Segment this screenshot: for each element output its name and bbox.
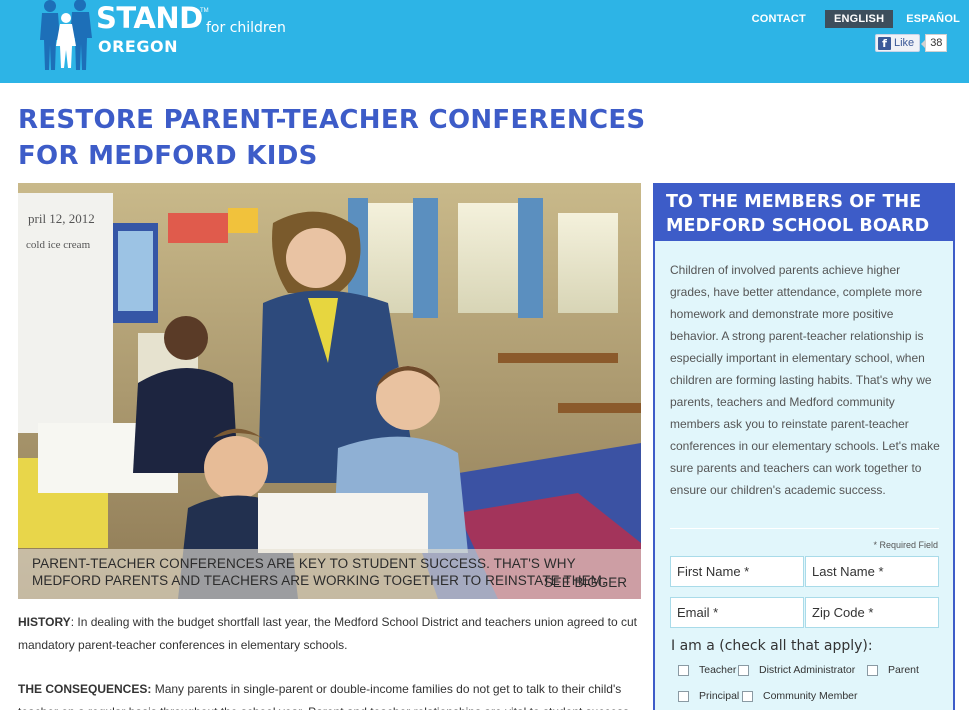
logo-state: OREGON (98, 37, 178, 56)
petition-letter: Children of involved parents achieve hig… (670, 263, 940, 497)
teacher-checkbox-box[interactable] (678, 664, 689, 676)
page-title-line-2: FOR MEDFORD KIDS (18, 141, 318, 171)
principal-checkbox[interactable]: Principal (678, 690, 739, 702)
photo-caption-text: PARENT-TEACHER CONFERENCES ARE KEY TO ST… (32, 556, 606, 588)
principal-checkbox-label: Principal (699, 690, 740, 702)
svg-text:pril 12, 2012: pril 12, 2012 (28, 211, 95, 226)
panel-divider (670, 528, 939, 529)
first-name-field[interactable]: First Name * (670, 556, 804, 587)
district-administrator-checkbox[interactable]: District Administrator (738, 664, 855, 676)
facebook-like-widget: f Like 38 (875, 34, 948, 52)
contact-link[interactable]: CONTACT (743, 10, 815, 28)
site-header: STAND TM for children OREGON CONTACT ENG… (0, 0, 969, 83)
history-text: : In dealing with the budget shortfall l… (18, 615, 638, 652)
history-label: HISTORY (18, 615, 71, 629)
teacher-checkbox[interactable]: Teacher (678, 664, 736, 676)
parent-checkbox[interactable]: Parent (867, 664, 919, 676)
facebook-like-button[interactable]: f Like (875, 34, 921, 52)
petition-heading-line-1: TO THE MEMBERS OF THE (666, 192, 922, 212)
consequences-paragraph: THE CONSEQUENCES: Many parents in single… (18, 678, 642, 710)
community-member-checkbox[interactable]: Community Member (742, 690, 858, 702)
logo-stand-text: STAND (96, 1, 203, 35)
consequences-label: THE CONSEQUENCES: (18, 682, 152, 696)
logo-tagline: for children (206, 20, 286, 36)
parent-checkbox-label: Parent (888, 664, 919, 676)
svg-text:cold ice cream: cold ice cream (26, 239, 91, 251)
page-title: RESTORE PARENT-TEACHER CONFERENCES FOR M… (18, 102, 678, 174)
language-espanol-link[interactable]: ESPAÑOL (897, 10, 969, 28)
facebook-like-count: 38 (921, 34, 948, 52)
petition-heading: TO THE MEMBERS OF THE MEDFORD SCHOOL BOA… (655, 185, 953, 241)
classroom-photo-illustration: pril 12, 2012 cold ice cream (18, 183, 641, 599)
last-name-field[interactable]: Last Name * (805, 556, 939, 587)
district-administrator-checkbox-label: District Administrator (759, 664, 856, 676)
role-question-label: I am a (check all that apply): (671, 638, 873, 654)
community-member-checkbox-label: Community Member (763, 690, 858, 702)
email-field[interactable]: Email * (670, 597, 804, 628)
petition-heading-line-2: MEDFORD SCHOOL BOARD (666, 216, 930, 236)
petition-panel: TO THE MEMBERS OF THE MEDFORD SCHOOL BOA… (653, 183, 955, 710)
required-field-note: * Required Field (873, 540, 938, 550)
stand-for-children-logo[interactable]: STAND TM for children OREGON (36, 0, 286, 72)
top-nav: CONTACT ENGLISH ESPAÑOL (743, 9, 969, 29)
principal-checkbox-box[interactable] (678, 690, 689, 702)
parent-checkbox-box[interactable] (867, 664, 878, 676)
district-administrator-checkbox-box[interactable] (738, 664, 749, 676)
see-bigger-link[interactable]: SEE BIGGER (544, 575, 627, 590)
language-english-link[interactable]: ENGLISH (824, 10, 894, 28)
facebook-icon: f (878, 36, 891, 50)
zip-code-field[interactable]: Zip Code * (805, 597, 939, 628)
article-body: HISTORY: In dealing with the budget shor… (18, 611, 642, 710)
logo-trademark: TM (200, 8, 209, 14)
facebook-like-label: Like (894, 37, 915, 49)
photo-caption: PARENT-TEACHER CONFERENCES ARE KEY TO ST… (18, 549, 641, 599)
community-member-checkbox-box[interactable] (742, 690, 753, 702)
teacher-checkbox-label: Teacher (699, 664, 737, 676)
family-figures-icon (40, 0, 92, 70)
page-title-line-1: RESTORE PARENT-TEACHER CONFERENCES (18, 105, 646, 135)
history-paragraph: HISTORY: In dealing with the budget shor… (18, 611, 642, 657)
classroom-photo[interactable]: pril 12, 2012 cold ice cream PARENT-TEAC… (18, 183, 641, 599)
